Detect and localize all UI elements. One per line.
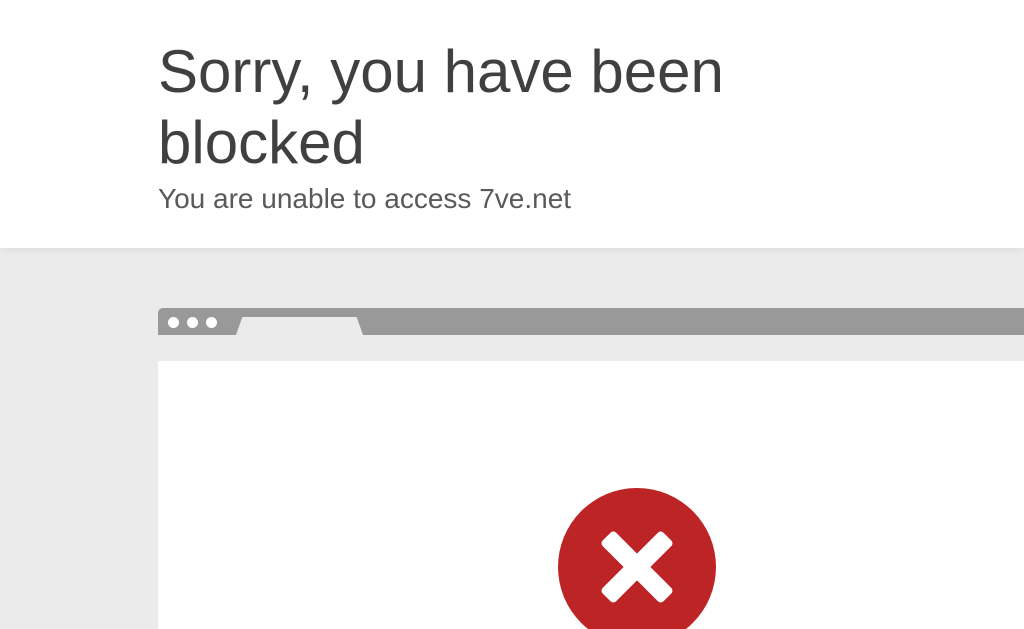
browser-window — [158, 361, 1024, 629]
window-dot-icon — [187, 317, 198, 328]
header-section: Sorry, you have been blocked You are una… — [0, 0, 1024, 248]
close-icon — [558, 488, 716, 629]
window-dot-icon — [168, 317, 179, 328]
window-dot-icon — [206, 317, 217, 328]
page-title: Sorry, you have been blocked — [158, 38, 724, 176]
page-subtitle: You are unable to access 7ve.net — [158, 183, 572, 214]
browser-title-bar — [158, 308, 1024, 335]
browser-tab — [236, 317, 363, 335]
illustration-area — [0, 248, 1024, 629]
